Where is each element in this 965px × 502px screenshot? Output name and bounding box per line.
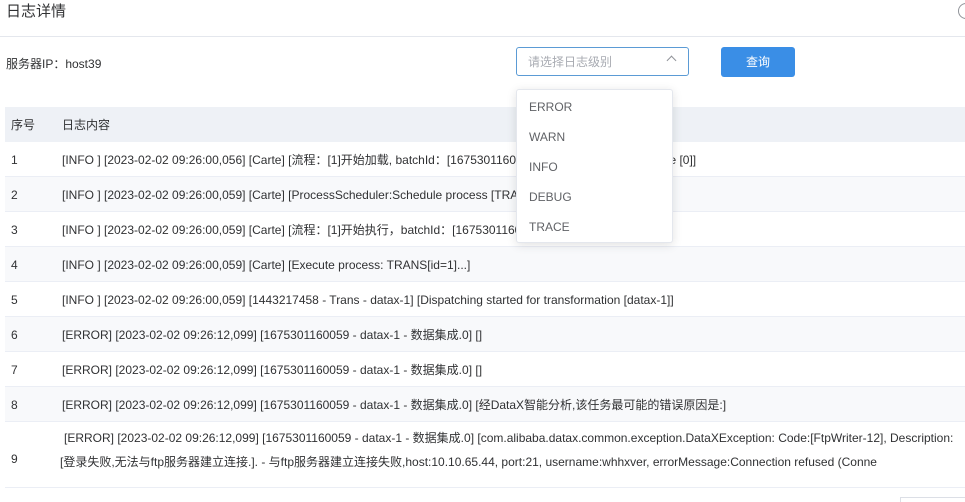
log-level-dropdown: ERROR WARN INFO DEBUG TRACE	[516, 89, 673, 243]
option-info[interactable]: INFO	[517, 152, 672, 182]
log-level-placeholder: 请选择日志级别	[528, 55, 613, 69]
row-number: 1	[11, 153, 18, 167]
log-content: [INFO ] [2023-02-02 09:26:00,056] [Carte…	[62, 153, 697, 167]
table-row: 8 [ERROR] [2023-02-02 09:26:12,099] [167…	[5, 387, 965, 422]
column-header-no: 序号	[11, 118, 36, 132]
log-content: [INFO ] [2023-02-02 09:26:00,059] [Carte…	[62, 223, 549, 237]
chevron-up-icon	[666, 55, 677, 66]
log-content: [INFO ] [2023-02-02 09:26:00,059] [Carte…	[62, 188, 636, 202]
row-number: 9	[11, 452, 18, 466]
table-row: 6 [ERROR] [2023-02-02 09:26:12,099] [167…	[5, 317, 965, 352]
row-number: 7	[11, 363, 18, 377]
table-row: 5 [INFO ] [2023-02-02 09:26:00,059] [144…	[5, 282, 965, 317]
log-content: [ERROR] [2023-02-02 09:26:12,099] [16753…	[62, 398, 727, 412]
log-content: [INFO ] [2023-02-02 09:26:00,059] [Carte…	[62, 258, 471, 272]
table-row: 3 [INFO ] [2023-02-02 09:26:00,059] [Car…	[5, 212, 965, 247]
log-level-select[interactable]: 请选择日志级别	[516, 47, 689, 76]
row-number: 4	[11, 258, 18, 272]
query-button[interactable]: 查询	[721, 47, 795, 77]
row-number: 5	[11, 293, 18, 307]
dialog-header: 日志详情	[0, 0, 965, 37]
table-row: 4 [INFO ] [2023-02-02 09:26:00,059] [Car…	[5, 247, 965, 282]
column-header-content: 日志内容	[62, 118, 111, 132]
table-row: 2 [INFO ] [2023-02-02 09:26:00,059] [Car…	[5, 177, 965, 212]
log-content: [ERROR] [2023-02-02 09:26:12,099] [16753…	[62, 363, 483, 377]
option-trace[interactable]: TRACE	[517, 212, 672, 242]
table-row: 9 [ERROR] [2023-02-02 09:26:12,099] [167…	[5, 422, 965, 488]
row-number: 6	[11, 328, 18, 342]
option-warn[interactable]: WARN	[517, 122, 672, 152]
table-row: 7 [ERROR] [2023-02-02 09:26:12,099] [167…	[5, 352, 965, 387]
option-error[interactable]: ERROR	[517, 92, 672, 122]
row-number: 3	[11, 223, 18, 237]
log-content: [ERROR] [2023-02-02 09:26:12,099] [16753…	[62, 328, 483, 342]
log-content: [ERROR] [2023-02-02 09:26:12,099] [16753…	[60, 431, 954, 469]
table-row: 1 [INFO ] [2023-02-02 09:26:00,056] [Car…	[5, 142, 965, 177]
close-icon[interactable]	[958, 3, 965, 19]
table-header: 序号 日志内容	[5, 107, 965, 142]
dialog-title: 日志详情	[6, 3, 67, 20]
log-content: [INFO ] [2023-02-02 09:26:00,059] [14432…	[62, 293, 674, 307]
pagination-edge	[900, 497, 965, 502]
log-table: 序号 日志内容 1 [INFO ] [2023-02-02 09:26:00,0…	[5, 107, 965, 488]
server-ip-label: 服务器IP：host39	[6, 57, 102, 71]
row-number: 8	[11, 398, 18, 412]
row-number: 2	[11, 188, 18, 202]
option-debug[interactable]: DEBUG	[517, 182, 672, 212]
